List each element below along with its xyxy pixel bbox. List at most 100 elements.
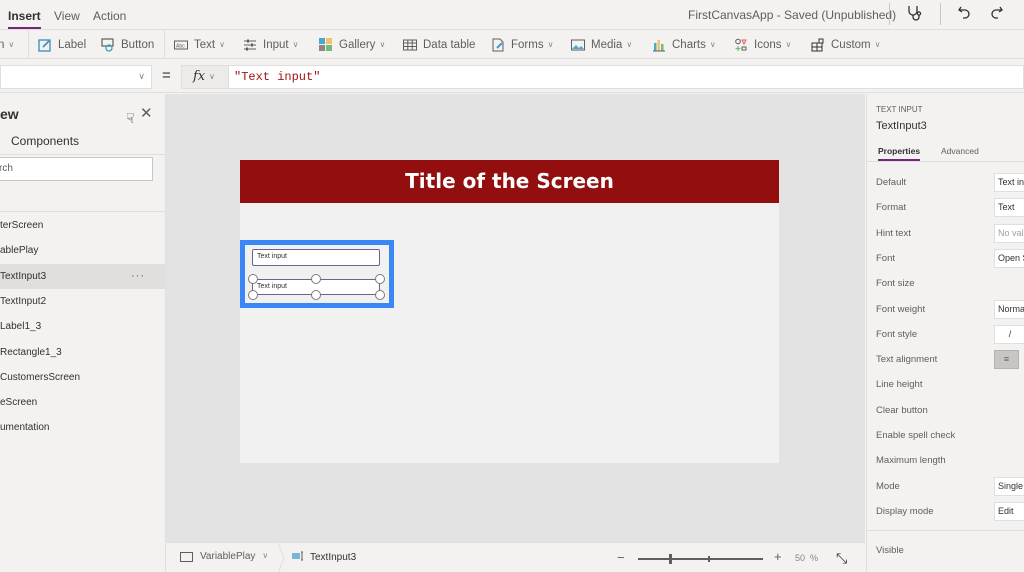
more-options-icon[interactable]: ··· <box>131 264 145 289</box>
text-input-icon <box>292 551 305 564</box>
properties-panel: TEXT INPUT TextInput3 Properties Advance… <box>866 94 1024 572</box>
property-dropdown[interactable]: ∨ <box>0 65 152 89</box>
icons-button[interactable]: Icons ∨ <box>734 36 791 54</box>
button-button[interactable]: Button <box>101 36 154 54</box>
tree-item[interactable]: terScreen <box>0 213 165 238</box>
breadcrumb-separator <box>277 543 285 572</box>
property-value-input[interactable]: Single <box>994 476 1024 496</box>
control-name[interactable]: TextInput3 <box>876 120 927 132</box>
screen-selector[interactable]: VariablePlay ∨ <box>180 551 268 562</box>
property-label-visible: Visible <box>876 545 904 556</box>
forms-button-label: Forms <box>511 39 544 51</box>
charts-icon <box>652 38 666 52</box>
tab-properties[interactable]: Properties <box>878 146 921 161</box>
align-left-icon[interactable]: ≡ <box>994 350 1019 370</box>
property-label: Clear button <box>876 404 928 416</box>
button-button-label: Button <box>121 39 155 51</box>
chevron-down-icon: ∨ <box>785 39 792 49</box>
resize-handle[interactable] <box>311 290 321 300</box>
label-button[interactable]: Label <box>38 36 86 54</box>
tree-item[interactable]: TextInput2 <box>0 289 165 314</box>
tree-view-panel: ew ☟ ✕ Components rch terScreen ablePlay T… <box>0 94 166 572</box>
selection-group[interactable]: Text input Text input <box>240 240 394 308</box>
resize-handle[interactable] <box>248 274 258 284</box>
screen-icon <box>180 551 193 562</box>
property-value-input[interactable]: / <box>994 324 1024 344</box>
media-button[interactable]: Media ∨ <box>571 36 632 54</box>
label-button-label: Label <box>58 39 87 51</box>
tree-item[interactable]: Rectangle1_3 <box>0 340 165 365</box>
forms-button[interactable]: Forms ∨ <box>491 36 553 54</box>
text-input-2[interactable]: Text input <box>252 249 380 266</box>
tab-insert[interactable]: Insert <box>8 9 41 29</box>
resize-handle[interactable] <box>375 274 385 284</box>
new-screen-button[interactable]: n ∨ <box>0 36 14 54</box>
screen-title-label[interactable]: Title of the Screen <box>240 160 779 203</box>
chevron-down-icon: ∨ <box>709 39 716 49</box>
close-icon[interactable]: ✕ <box>140 104 153 122</box>
zoom-out-button[interactable]: − <box>617 550 625 565</box>
resize-handle[interactable] <box>248 290 258 300</box>
zoom-slider[interactable] <box>638 554 763 564</box>
app-screen[interactable]: Title of the Screen Text input Text inpu… <box>240 160 779 463</box>
control-type: TEXT INPUT <box>876 105 923 114</box>
chevron-down-icon: ∨ <box>547 39 554 49</box>
tree-item[interactable]: Label1_3 <box>0 314 165 339</box>
tab-advanced[interactable]: Advanced <box>941 146 979 156</box>
fx-icon: fx <box>193 69 206 84</box>
hand-cursor-icon: ☟ <box>126 110 135 126</box>
tree-item[interactable]: CustomersScreen <box>0 365 165 390</box>
tree-item-label: terScreen <box>0 220 44 231</box>
formula-input[interactable]: "Text input" <box>229 65 1024 89</box>
tab-action[interactable]: Action <box>93 9 126 23</box>
property-label: Hint text <box>876 227 911 239</box>
zoom-in-button[interactable]: + <box>774 549 782 564</box>
data-table-icon <box>403 38 417 52</box>
resize-handle[interactable] <box>311 274 321 284</box>
property-value-input[interactable]: No val <box>994 223 1024 243</box>
divider <box>164 30 165 59</box>
property-value-input[interactable]: Norma <box>994 299 1024 319</box>
tree-item[interactable]: TextInput3 ··· <box>0 263 165 289</box>
input-button[interactable]: Input ∨ <box>243 36 298 54</box>
search-input[interactable]: rch <box>0 157 153 181</box>
breadcrumb-control[interactable]: TextInput3 <box>292 551 356 564</box>
custom-button[interactable]: Custom ∨ <box>811 36 880 54</box>
gallery-button[interactable]: Gallery ∨ <box>319 36 385 54</box>
gallery-icon <box>319 38 333 52</box>
charts-button[interactable]: Charts ∨ <box>652 36 716 54</box>
tree-item[interactable]: ablePlay <box>0 238 165 263</box>
property-value-input[interactable]: Text in <box>994 173 1024 192</box>
chevron-down-icon: ∨ <box>379 39 386 49</box>
expand-icon[interactable]: ⤡ <box>836 550 847 567</box>
property-label: Mode <box>876 480 900 492</box>
tree-view-title: ew <box>0 106 19 122</box>
property-value-input[interactable]: Edit <box>994 501 1024 521</box>
fx-button[interactable]: fx ∨ <box>181 65 229 89</box>
tree-item[interactable]: eScreen <box>0 390 165 415</box>
tree-item[interactable]: umentation <box>0 415 165 440</box>
gallery-button-label: Gallery <box>339 39 376 51</box>
zoom-slider-default-tick <box>708 556 710 562</box>
resize-handle[interactable] <box>375 290 385 300</box>
icons-icon <box>734 38 748 52</box>
power-apps-studio: Insert View Action FirstCanvasApp - Save… <box>0 0 1024 572</box>
divider <box>940 3 941 25</box>
property-label: Font weight <box>876 303 926 315</box>
undo-icon[interactable] <box>955 4 975 24</box>
property-label: Display mode <box>876 505 934 517</box>
property-label: Font <box>876 252 896 264</box>
zoom-value: 50 % <box>795 553 818 563</box>
redo-icon[interactable] <box>986 4 1006 24</box>
tab-components[interactable]: Components <box>11 134 79 148</box>
data-table-button[interactable]: Data table <box>403 36 475 54</box>
divider <box>867 530 1024 531</box>
text-button[interactable]: Abc Text ∨ <box>174 36 225 54</box>
text-button-label: Text <box>194 39 216 51</box>
screen-name: VariablePlay <box>200 551 256 562</box>
property-value-input[interactable]: Text <box>994 198 1024 218</box>
zoom-slider-thumb[interactable] <box>669 554 672 564</box>
property-value-input[interactable]: Open S <box>994 248 1024 268</box>
stethoscope-icon[interactable] <box>904 4 924 24</box>
tab-view[interactable]: View <box>54 9 80 23</box>
